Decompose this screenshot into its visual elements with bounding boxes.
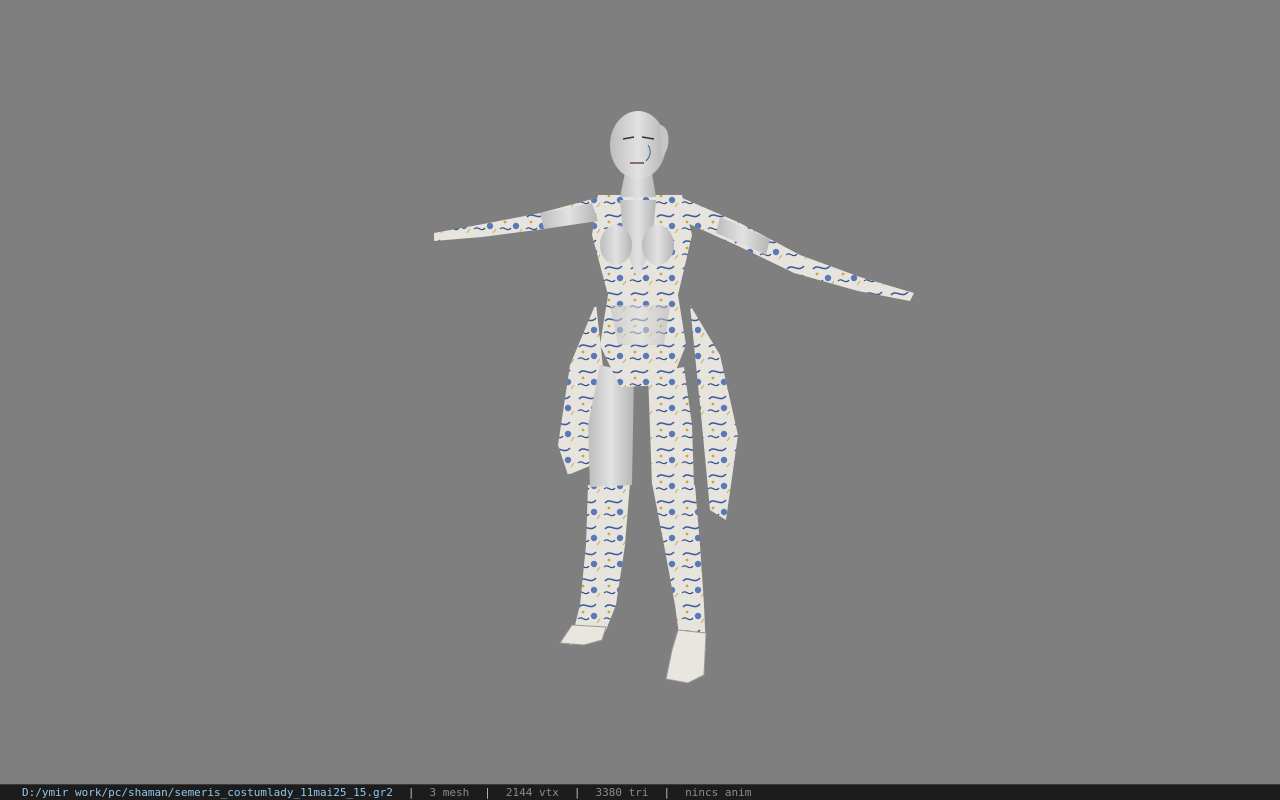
status-separator: | [484,786,491,799]
status-bar: D:/ymir work/pc/shaman/semeris_costumlad… [0,784,1280,800]
animation-status: nincs anim [685,786,752,799]
triangle-count: 3380 tri [595,786,649,799]
status-separator: | [407,786,415,799]
character-model-icon [434,111,914,684]
3d-viewport[interactable] [0,0,1280,784]
status-separator: | [573,786,581,799]
mesh-count: 3 mesh [429,786,470,799]
file-path: D:/ymir work/pc/shaman/semeris_costumlad… [22,786,393,799]
vertex-count: 2144 vtx [505,786,559,799]
status-separator: | [663,786,671,799]
